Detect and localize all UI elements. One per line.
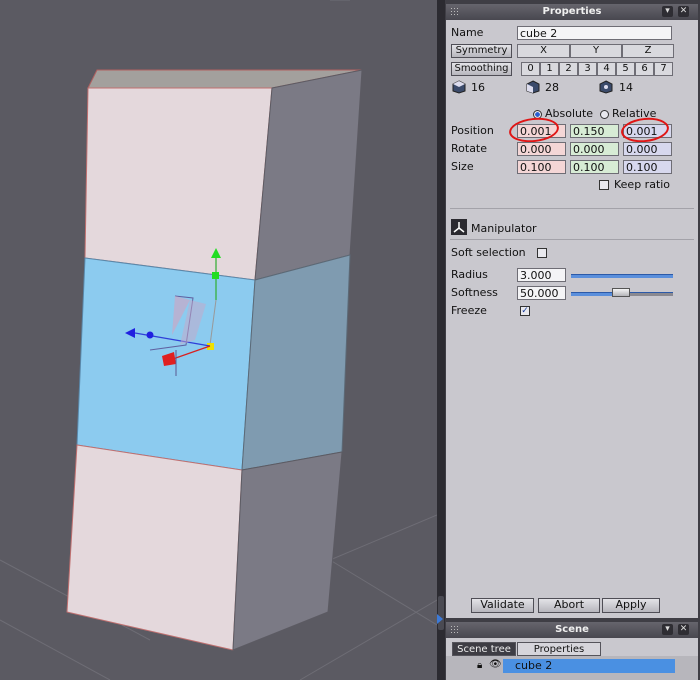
- soft-selection-checkbox[interactable]: [537, 248, 547, 258]
- apply-button[interactable]: Apply: [602, 598, 660, 613]
- smoothing-level-4[interactable]: 4: [597, 62, 616, 76]
- smoothing-level-5[interactable]: 5: [616, 62, 635, 76]
- 3d-viewport[interactable]: [0, 0, 437, 680]
- smoothing-button[interactable]: Smoothing: [451, 62, 512, 76]
- tab-properties[interactable]: Properties: [517, 642, 601, 656]
- smoothing-level-1[interactable]: 1: [540, 62, 559, 76]
- face-count-icon: [526, 80, 540, 94]
- keep-ratio-checkbox[interactable]: [599, 180, 609, 190]
- manipulator-icon: [451, 219, 467, 235]
- softness-field[interactable]: 50.000: [517, 286, 566, 300]
- rotate-z-field[interactable]: 0.000: [623, 142, 672, 156]
- close-icon[interactable]: ✕: [678, 624, 689, 635]
- rotate-label: Rotate: [451, 142, 488, 155]
- absolute-label: Absolute: [545, 107, 594, 120]
- scene-tree-item[interactable]: cube 2: [503, 659, 675, 673]
- vertex-count-icon: [599, 80, 613, 94]
- face-count: 28: [545, 81, 559, 94]
- size-y-field[interactable]: 0.100: [570, 160, 619, 174]
- dropdown-icon[interactable]: ▾: [662, 624, 673, 635]
- softness-slider-knob[interactable]: [612, 288, 630, 297]
- position-y-field[interactable]: 0.150: [570, 124, 619, 138]
- cube-segment-bottom: [66, 444, 243, 651]
- scene-tree: 🔒︎ 👁︎ cube 2: [446, 656, 698, 680]
- panel-splitter[interactable]: [437, 0, 445, 680]
- scene-title: Scene: [555, 624, 589, 635]
- visibility-eye-icon[interactable]: 👁︎: [489, 659, 502, 670]
- smoothing-level-7[interactable]: 7: [654, 62, 673, 76]
- splitter-grip[interactable]: [438, 596, 444, 630]
- name-label: Name: [451, 26, 484, 39]
- radius-label: Radius: [451, 268, 488, 281]
- drag-handle-icon[interactable]: [450, 7, 460, 17]
- abort-button[interactable]: Abort: [538, 598, 600, 613]
- symmetry-x-button[interactable]: X: [517, 44, 570, 58]
- properties-title: Properties: [542, 6, 602, 17]
- collapse-arrow-icon[interactable]: [437, 614, 443, 624]
- dropdown-icon[interactable]: ▾: [662, 6, 673, 17]
- object-count-icon: [452, 80, 466, 94]
- scene-panel: Scene ▾ ✕ Scene tree Properties 🔒︎ 👁︎ cu…: [446, 622, 698, 680]
- scene-titlebar: Scene ▾ ✕: [446, 622, 698, 638]
- symmetry-y-button[interactable]: Y: [570, 44, 622, 58]
- close-icon[interactable]: ✕: [678, 6, 689, 17]
- softness-label: Softness: [451, 286, 498, 299]
- viewport-scene: [0, 0, 437, 680]
- relative-radio[interactable]: [600, 110, 609, 119]
- freeze-label: Freeze: [451, 304, 487, 317]
- symmetry-z-button[interactable]: Z: [622, 44, 674, 58]
- vertex-count: 14: [619, 81, 633, 94]
- name-field[interactable]: cube 2: [517, 26, 672, 40]
- smoothing-level-6[interactable]: 6: [635, 62, 654, 76]
- section-divider: [450, 239, 694, 240]
- smoothing-level-2[interactable]: 2: [559, 62, 578, 76]
- tab-scene-tree[interactable]: Scene tree: [452, 642, 516, 656]
- properties-titlebar: Properties ▾ ✕: [446, 4, 698, 20]
- smoothing-level-3[interactable]: 3: [578, 62, 597, 76]
- drag-handle-icon[interactable]: [450, 625, 460, 635]
- size-z-field[interactable]: 0.100: [623, 160, 672, 174]
- rotate-y-field[interactable]: 0.000: [570, 142, 619, 156]
- symmetry-button[interactable]: Symmetry: [451, 44, 512, 58]
- position-label: Position: [451, 124, 494, 137]
- section-divider: [450, 208, 694, 209]
- size-label: Size: [451, 160, 474, 173]
- soft-selection-label: Soft selection: [451, 246, 526, 259]
- properties-panel: Properties ▾ ✕ Name cube 2 Symmetry X Y …: [446, 4, 698, 618]
- radius-slider[interactable]: [571, 274, 673, 278]
- smoothing-level-0[interactable]: 0: [521, 62, 540, 76]
- radius-field[interactable]: 3.000: [517, 268, 566, 282]
- freeze-checkbox[interactable]: ✓: [520, 306, 530, 316]
- lock-icon[interactable]: 🔒︎: [477, 660, 482, 671]
- manipulator-label: Manipulator: [471, 222, 537, 235]
- keep-ratio-label: Keep ratio: [614, 178, 671, 191]
- object-count: 16: [471, 81, 485, 94]
- annotation-circle-x: [507, 115, 561, 145]
- rotate-x-field[interactable]: 0.000: [517, 142, 566, 156]
- cube-segment-top: [84, 87, 273, 281]
- size-x-field[interactable]: 0.100: [517, 160, 566, 174]
- validate-button[interactable]: Validate: [471, 598, 534, 613]
